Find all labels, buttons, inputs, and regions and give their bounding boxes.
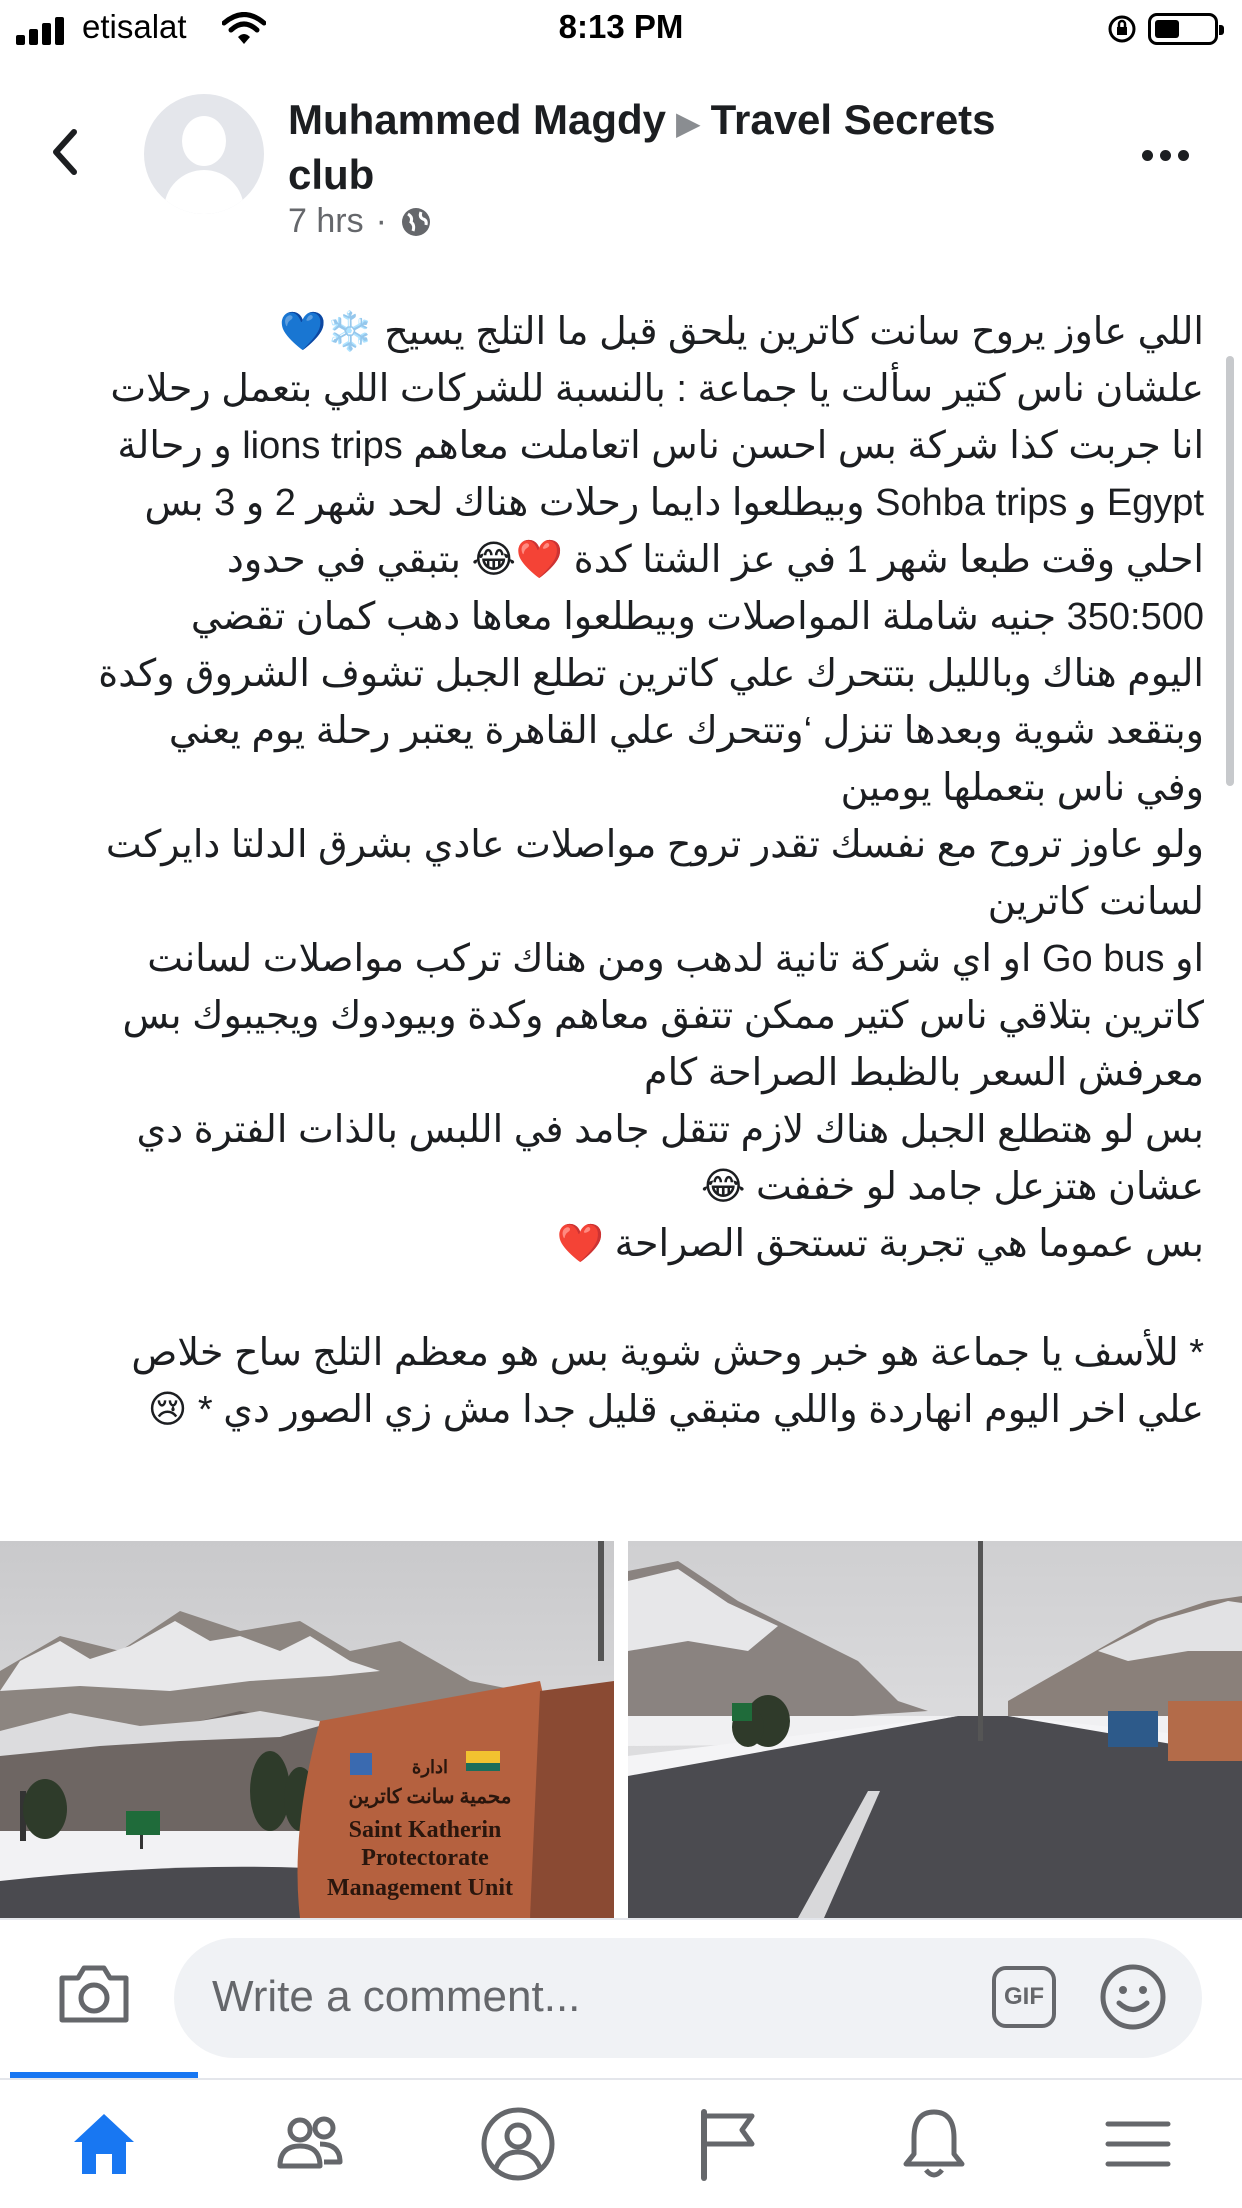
- menu-icon[interactable]: [1098, 2104, 1178, 2184]
- post-line: عشان هتزعل جامد لو خففت 😂: [701, 1166, 1204, 1208]
- scrollbar[interactable]: [1226, 356, 1234, 786]
- emoji-icon[interactable]: [1098, 1962, 1168, 2032]
- post-line: Egypt و Sohba trips وبيطلعوا دايما رحلات…: [144, 482, 1204, 524]
- post-line: كاترين بتلاقي ناس كتير ممكن تتفق معاهم و…: [122, 995, 1204, 1037]
- post-line: انا جربت كذا شركة بس احسن ناس اتعاملت مع…: [117, 425, 1204, 467]
- groups-icon[interactable]: [270, 2104, 350, 2184]
- post-line: وبتقعد شوية وبعدها تنزل ‘وتتحرك علي القا…: [168, 710, 1204, 752]
- post-line: اليوم هناك وبالليل بتتحرك علي كاترين تطل…: [98, 653, 1204, 695]
- status-bar: etisalat 8:13 PM: [0, 0, 1242, 58]
- post-line: اللي عاوز يروح سانت كاترين يلحق قبل ما ا…: [279, 311, 1204, 353]
- post-footer-line: علي اخر اليوم انهاردة واللي متبقي قليل ج…: [147, 1389, 1204, 1431]
- author-name[interactable]: Muhammed Magdy: [288, 96, 666, 143]
- sign-text: Protectorate: [361, 1845, 489, 1871]
- sign-text: Management Unit: [327, 1875, 513, 1901]
- back-arrow-icon[interactable]: [50, 128, 80, 176]
- arrow-right-icon: ▶: [676, 105, 701, 141]
- post-time[interactable]: 7 hrs: [288, 202, 364, 241]
- avatar[interactable]: [144, 94, 264, 214]
- divider: [0, 2078, 1242, 2080]
- post-footer-line: * للأسف يا جماعة هو خبر وحش شوية بس هو م…: [131, 1332, 1204, 1374]
- home-icon[interactable]: [64, 2104, 144, 2184]
- post-line: ولو عاوز تروح مع نفسك تقدر تروح مواصلات …: [105, 824, 1204, 866]
- gif-button[interactable]: GIF: [992, 1966, 1056, 2028]
- more-options-icon[interactable]: [1142, 148, 1196, 166]
- sign-text: محمية سانت كاترين: [348, 1786, 511, 1809]
- post-line: او Go bus او اي شركة تانية لدهب ومن هناك…: [147, 938, 1204, 980]
- post-meta: 7 hrs ·: [288, 202, 433, 241]
- post-line: بس عموما هي تجربة تستحق الصراحة ❤️: [556, 1223, 1204, 1265]
- post-line: 350:500 جنيه شاملة المواصلات وبيطلعوا مع…: [190, 596, 1204, 638]
- post-photo-road[interactable]: [628, 1541, 1242, 1918]
- post-line: معرفش السعر بالظبط الصراحة كام: [644, 1052, 1204, 1094]
- camera-icon[interactable]: [56, 1962, 132, 2026]
- post-title: Muhammed Magdy ▶ Travel Secrets club: [288, 94, 1048, 201]
- post-line: علشان ناس كتير سألت يا جماعة : بالنسبة ل…: [110, 368, 1204, 410]
- post-line: احلي وقت طبعا شهر 1 في عز الشتا كدة ❤️😂 …: [226, 539, 1204, 581]
- sign-text: ادارة: [412, 1757, 448, 1778]
- sign-text: Saint Katherin: [349, 1817, 502, 1843]
- battery-icon: [1148, 13, 1224, 45]
- pages-icon[interactable]: [688, 2104, 768, 2184]
- notifications-icon[interactable]: [894, 2104, 974, 2184]
- clock: 8:13 PM: [558, 8, 684, 45]
- post-body: اللي عاوز يروح سانت كاترين يلحق قبل ما ا…: [42, 304, 1204, 1439]
- profile-icon[interactable]: [478, 2104, 558, 2184]
- comment-placeholder[interactable]: Write a comment...: [212, 1972, 580, 2022]
- post-line: وفي ناس بتعملها يومين: [840, 767, 1204, 809]
- post-line: بس لو هتطلع الجبل هناك لازم تتقل جامد في…: [136, 1109, 1204, 1151]
- divider: [0, 1918, 1242, 1920]
- globe-icon: [401, 207, 430, 236]
- post-line: لسانت كاترين: [987, 881, 1204, 923]
- rotation-lock-icon: [1108, 15, 1136, 43]
- post-photo-sign[interactable]: ادارة محمية سانت كاترين Saint Katherin P…: [0, 1541, 614, 1918]
